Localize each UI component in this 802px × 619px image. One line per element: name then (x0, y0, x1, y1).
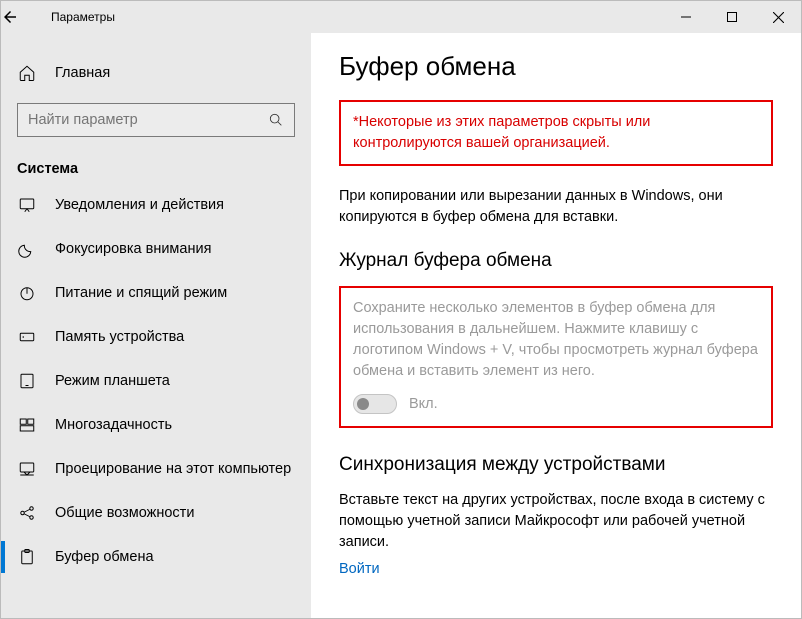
history-desc: Сохраните несколько элементов в буфер об… (353, 298, 759, 382)
org-notice-text: *Некоторые из этих параметров скрыты или… (353, 112, 759, 154)
sidebar-item-label: Буфер обмена (55, 549, 154, 565)
sidebar-item-power[interactable]: Питание и спящий режим (1, 271, 311, 315)
window-title: Параметры (47, 10, 115, 24)
back-button[interactable] (1, 8, 47, 26)
projecting-icon (17, 460, 37, 478)
sync-heading: Синхронизация между устройствами (339, 454, 773, 476)
sidebar-home[interactable]: Главная (1, 51, 311, 95)
sidebar-item-projecting[interactable]: Проецирование на этот компьютер (1, 447, 311, 491)
minimize-icon (681, 12, 691, 22)
close-button[interactable] (755, 1, 801, 33)
history-toggle-row: Вкл. (353, 394, 759, 414)
sidebar-item-label: Память устройства (55, 329, 184, 345)
sync-desc: Вставьте текст на других устройствах, по… (339, 490, 773, 553)
history-heading: Журнал буфера обмена (339, 250, 773, 272)
sidebar-item-multitask[interactable]: Многозадачность (1, 403, 311, 447)
history-toggle-label: Вкл. (409, 396, 438, 412)
search-box[interactable] (17, 103, 295, 137)
search-icon (268, 112, 284, 128)
back-arrow-icon (1, 8, 19, 26)
minimize-button[interactable] (663, 1, 709, 33)
sidebar-item-label: Режим планшета (55, 373, 170, 389)
history-section: Сохраните несколько элементов в буфер об… (339, 286, 773, 428)
sign-in-link[interactable]: Войти (339, 561, 773, 577)
storage-icon (17, 328, 37, 346)
multitask-icon (17, 416, 37, 434)
sidebar-item-label: Уведомления и действия (55, 197, 224, 213)
sidebar-item-clipboard[interactable]: Буфер обмена (1, 535, 311, 579)
sidebar-item-shared[interactable]: Общие возможности (1, 491, 311, 535)
sidebar-item-storage[interactable]: Память устройства (1, 315, 311, 359)
sidebar-item-label: Питание и спящий режим (55, 285, 227, 301)
notifications-icon (17, 196, 37, 214)
body: Главная Система Уведомления и действия (1, 33, 801, 618)
sidebar-category: Система (1, 147, 311, 183)
sidebar-item-label: Общие возможности (55, 505, 194, 521)
search-input[interactable] (28, 112, 260, 128)
page-title: Буфер обмена (339, 51, 773, 82)
sidebar-item-focus[interactable]: Фокусировка внимания (1, 227, 311, 271)
shared-icon (17, 504, 37, 522)
clipboard-icon (17, 548, 37, 566)
sidebar-home-label: Главная (55, 65, 110, 81)
moon-icon (17, 240, 37, 258)
power-icon (17, 284, 37, 302)
sidebar-item-tablet[interactable]: Режим планшета (1, 359, 311, 403)
sidebar: Главная Система Уведомления и действия (1, 33, 311, 618)
home-icon (17, 64, 37, 82)
sidebar-item-notifications[interactable]: Уведомления и действия (1, 183, 311, 227)
sidebar-item-label: Многозадачность (55, 417, 172, 433)
search-wrap (1, 95, 311, 147)
content: Буфер обмена *Некоторые из этих параметр… (311, 33, 801, 618)
toggle-knob (357, 398, 369, 410)
maximize-button[interactable] (709, 1, 755, 33)
settings-window: Параметры Главная (0, 0, 802, 619)
titlebar: Параметры (1, 1, 801, 33)
tablet-icon (17, 372, 37, 390)
intro-text: При копировании или вырезании данных в W… (339, 186, 773, 228)
org-notice-box: *Некоторые из этих параметров скрыты или… (339, 100, 773, 166)
history-toggle (353, 394, 397, 414)
sidebar-item-label: Фокусировка внимания (55, 241, 211, 257)
sidebar-item-label: Проецирование на этот компьютер (55, 461, 291, 477)
maximize-icon (727, 12, 737, 22)
close-icon (773, 12, 784, 23)
